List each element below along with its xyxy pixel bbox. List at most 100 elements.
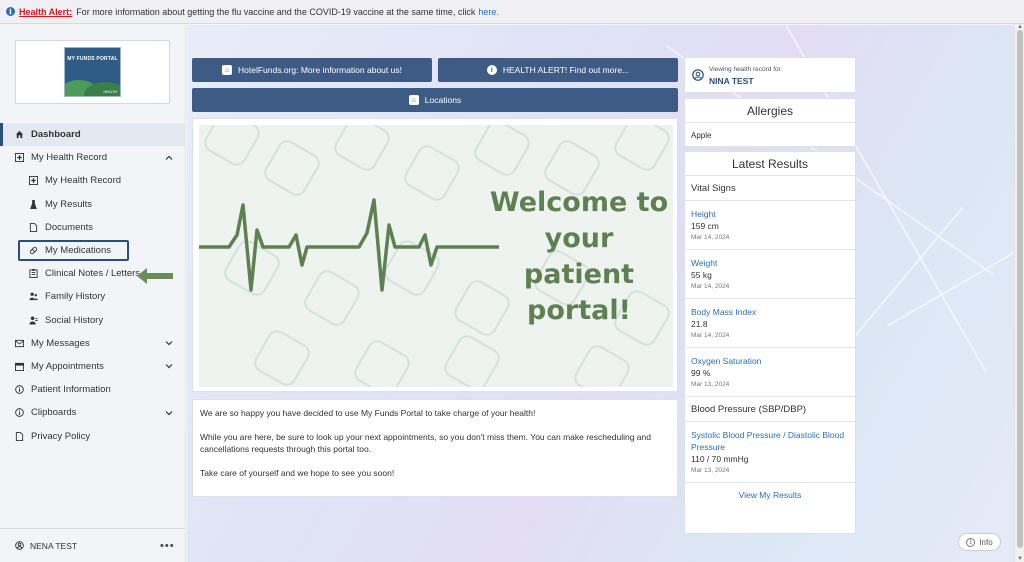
scroll-down-icon[interactable]: ▼ — [1016, 556, 1024, 562]
locations-button[interactable]: ⌂ Locations — [192, 88, 678, 112]
message-paragraph: Take care of yourself and we hope to see… — [200, 468, 395, 478]
result-name-link[interactable]: Systolic Blood Pressure / Diastolic Bloo… — [691, 429, 849, 453]
user-icon — [15, 541, 24, 550]
result-item-bmi: Body Mass Index 21.8 Mar 14, 2024 — [685, 299, 855, 348]
flask-icon — [29, 199, 38, 209]
allergy-item: Apple — [691, 131, 712, 140]
button-label: HEALTH ALERT! Find out more... — [502, 65, 630, 75]
logo-subtext: HEALTH — [103, 90, 117, 94]
result-date: Mar 13, 2024 — [691, 467, 730, 474]
heartbeat-line — [199, 198, 499, 292]
logo-image: MY FUNDS PORTAL HEALTH — [64, 47, 121, 97]
scrollbar-thumb[interactable] — [1017, 30, 1023, 548]
result-value: 21.8 — [691, 319, 708, 329]
sidebar-item-my-health-record[interactable]: My Health Record — [0, 169, 186, 192]
sidebar-item-label: Dashboard — [31, 129, 81, 141]
sidebar-item-my-medications[interactable]: My Medications — [0, 239, 186, 262]
info-icon: i — [486, 65, 497, 75]
health-alert-button[interactable]: i HEALTH ALERT! Find out more... — [438, 58, 678, 82]
result-value: 159 cm — [691, 221, 719, 231]
blood-pressure-heading: Blood Pressure (SBP/DBP) — [685, 397, 855, 422]
sidebar-item-my-health-record-group[interactable]: My Health Record — [0, 146, 186, 169]
health-record-icon — [29, 176, 38, 186]
sidebar-item-my-appointments[interactable]: My Appointments — [0, 355, 186, 378]
sidebar-item-label: Clinical Notes / Letters — [45, 268, 141, 280]
calendar-icon — [15, 362, 24, 371]
info-icon — [15, 385, 24, 394]
result-name-link[interactable]: Weight — [691, 257, 849, 269]
sidebar-item-label: Clipboards — [31, 407, 77, 419]
latest-results-card: Latest Results Vital Signs Height 159 cm… — [684, 151, 856, 534]
sidebar-item-label: My Messages — [31, 337, 90, 349]
chevron-down-icon[interactable] — [164, 408, 174, 418]
building-icon: ⌂ — [408, 95, 419, 105]
result-value: 99 % — [691, 368, 711, 378]
sidebar-item-dashboard[interactable]: Dashboard — [0, 123, 186, 147]
sidebar-item-label: My Health Record — [45, 175, 122, 187]
result-name-link[interactable]: Body Mass Index — [691, 306, 849, 318]
view-my-results-link[interactable]: View My Results — [685, 483, 855, 507]
sidebar-item-label: My Appointments — [31, 360, 104, 372]
mail-icon — [15, 339, 24, 348]
sidebar-item-privacy-policy[interactable]: Privacy Policy — [0, 424, 186, 447]
sidebar-item-label: My Health Record — [31, 152, 108, 164]
welcome-banner: Welcome to your patient portal! — [192, 118, 678, 392]
welcome-heading: Welcome to your patient portal! — [489, 185, 669, 329]
more-options-icon[interactable]: ••• — [160, 540, 175, 552]
patient-name[interactable]: NINA TEST — [709, 76, 754, 86]
sidebar-item-patient-information[interactable]: Patient Information — [0, 378, 186, 401]
latest-results-title: Latest Results — [685, 152, 855, 176]
sidebar-item-label: Social History — [45, 314, 104, 326]
result-date: Mar 13, 2024 — [691, 381, 730, 388]
result-item-height: Height 159 cm Mar 14, 2024 — [685, 201, 855, 250]
health-alert-bar: i Health Alert: For more information abo… — [0, 0, 1024, 24]
sidebar-item-label: Privacy Policy — [31, 430, 91, 442]
sidebar-item-label: Family History — [45, 291, 106, 303]
info-icon — [15, 408, 24, 418]
info-button-label: Info — [979, 537, 993, 547]
alert-here-link[interactable]: here. — [478, 7, 499, 17]
chevron-up-icon[interactable] — [164, 153, 174, 163]
info-button[interactable]: i Info — [958, 533, 1001, 551]
sidebar-item-label: Patient Information — [31, 384, 111, 396]
info-icon: i — [966, 537, 976, 547]
sidebar-item-documents[interactable]: Documents — [0, 216, 186, 239]
document-icon — [29, 222, 38, 232]
sidebar-item-clipboards[interactable]: Clipboards — [0, 401, 186, 424]
family-icon — [29, 292, 38, 301]
sidebar-item-social-history[interactable]: Social History — [0, 309, 186, 332]
hotelfunds-info-button[interactable]: ⌂ HotelFunds.org: More information about… — [192, 58, 432, 82]
result-item-weight: Weight 55 kg Mar 14, 2024 — [685, 250, 855, 299]
logo-text: MY FUNDS PORTAL — [67, 56, 118, 62]
pill-icon — [29, 246, 38, 255]
allergies-card: Allergies Apple — [684, 98, 856, 147]
result-item-oxygen: Oxygen Saturation 99 % Mar 13, 2024 — [685, 348, 855, 397]
result-name-link[interactable]: Height — [691, 208, 849, 220]
chevron-down-icon[interactable] — [164, 361, 174, 371]
result-name-link[interactable]: Oxygen Saturation — [691, 355, 849, 367]
sidebar-item-my-results[interactable]: My Results — [0, 193, 186, 216]
allergies-title: Allergies — [685, 99, 855, 123]
welcome-image: Welcome to your patient portal! — [199, 125, 673, 387]
result-date: Mar 14, 2024 — [691, 332, 730, 339]
sidebar-item-family-history[interactable]: Family History — [0, 285, 186, 308]
button-label: Locations — [424, 95, 462, 105]
sidebar-item-my-messages[interactable]: My Messages — [0, 332, 186, 355]
message-paragraph: While you are here, be sure to look up y… — [200, 432, 651, 454]
page-scrollbar[interactable]: ▲ ▼ — [1014, 24, 1024, 562]
result-value: 110 / 70 mmHg — [691, 454, 749, 464]
health-record-icon — [15, 153, 24, 163]
result-item-blood-pressure: Systolic Blood Pressure / Diastolic Bloo… — [685, 422, 855, 483]
alert-message: For more information about getting the f… — [76, 6, 476, 17]
welcome-message-card: We are so happy you have decided to use … — [192, 399, 678, 497]
vital-signs-heading: Vital Signs — [685, 176, 855, 201]
social-icon — [29, 316, 38, 325]
footer-user-name: NENA TEST — [30, 540, 78, 551]
logo[interactable]: MY FUNDS PORTAL HEALTH — [15, 40, 170, 104]
result-date: Mar 14, 2024 — [691, 283, 730, 290]
sidebar-item-label: Documents — [45, 221, 94, 233]
viewing-record-card: Viewing health record for NINA TEST — [684, 57, 856, 93]
chevron-down-icon[interactable] — [164, 338, 174, 348]
welcome-line-3: portal! — [527, 295, 631, 326]
viewing-label: Viewing health record for — [709, 66, 781, 73]
